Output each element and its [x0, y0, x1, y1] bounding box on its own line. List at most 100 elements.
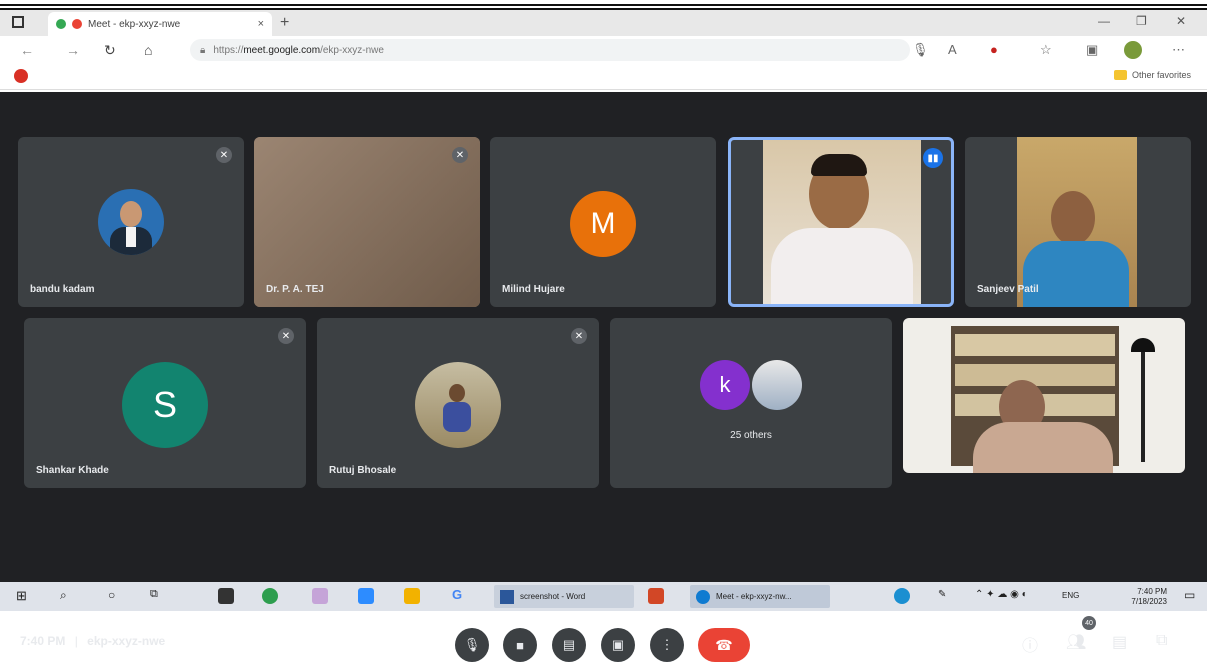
meeting-details-icon[interactable]: ⓘ — [1022, 632, 1038, 656]
new-tab-button[interactable]: + — [280, 14, 289, 32]
search-icon[interactable]: ⌕ — [60, 588, 67, 603]
participant-name: Dr. P. A. TEJ — [266, 284, 324, 295]
taskbar-word-window[interactable]: screenshot - Word — [494, 585, 634, 608]
bookmarks-bar: Other favorites — [0, 64, 1207, 90]
lock-icon: 🔒︎ — [200, 44, 206, 56]
collections-icon[interactable]: ▣ — [1086, 42, 1098, 58]
camera-icon: ■ — [516, 637, 524, 653]
others-letter-avatar: k — [700, 360, 750, 410]
read-aloud-icon[interactable]: A — [948, 42, 957, 57]
others-tile[interactable]: k 25 others — [610, 318, 892, 488]
app-icon-green[interactable] — [262, 588, 278, 604]
video-feed — [763, 140, 921, 304]
camera-toggle-button[interactable]: ■ — [503, 628, 537, 662]
participant-tile-active-speaker[interactable]: ▮▮ — [728, 137, 954, 307]
maximize-button[interactable]: ❐ — [1136, 14, 1147, 28]
participant-name: Rutuj Bhosale — [329, 465, 397, 476]
cortana-icon[interactable]: ○ — [108, 588, 115, 602]
participant-tile[interactable]: Sanjeev Patil — [965, 137, 1191, 307]
tab-title: Meet - ekp-xxyz-nwe — [88, 18, 181, 30]
participant-tile[interactable]: ✕ bandu kadam — [18, 137, 244, 307]
reload-icon[interactable]: ↻ — [104, 42, 116, 59]
task-view-icon[interactable]: ⧉ — [150, 588, 158, 601]
mic-permission-icon[interactable]: 🎙︎ — [912, 42, 929, 58]
meet-favicon-icon — [56, 19, 66, 29]
browser-tab[interactable]: Meet - ekp-xxyz-nwe × — [48, 12, 272, 36]
notifications-icon[interactable]: ▭ — [1184, 588, 1195, 602]
address-bar[interactable]: 🔒︎ https:// meet.google.com /ekp-xxyz-nw… — [190, 39, 910, 61]
speaking-indicator-icon: ▮▮ — [923, 148, 943, 168]
meet-control-bar: 7:40 PM | ekp-xxyz-nwe 🎙︎ ■ ▤ ▣ ⋮ ☎ ⓘ 👥︎… — [0, 612, 1207, 672]
tab-close-icon[interactable]: × — [258, 18, 264, 30]
participant-tile[interactable]: ✕ Dr. P. A. TEJ — [254, 137, 480, 307]
mic-off-icon: ✕ — [571, 328, 587, 344]
mic-off-icon: ✕ — [216, 147, 232, 163]
captions-icon: ▤ — [562, 637, 576, 652]
tray-app-icon[interactable] — [894, 588, 910, 604]
participant-name: Milind Hujare — [502, 284, 565, 295]
meet-stage: ✕ bandu kadam ✕ Dr. P. A. TEJ M Milind H… — [0, 92, 1207, 662]
present-button[interactable]: ▣ — [601, 628, 635, 662]
video-person-body — [973, 422, 1113, 473]
participant-tile[interactable]: ✕ S Shankar Khade — [24, 318, 306, 488]
people-icon[interactable]: 👥︎ — [1066, 632, 1086, 652]
participant-tile[interactable]: ✕ Rutuj Bhosale — [317, 318, 599, 488]
tray-icons[interactable]: ⌃ ✦ ☁ ◉ ◐ — [975, 589, 1028, 600]
meeting-info: 7:40 PM | ekp-xxyz-nwe — [20, 634, 165, 648]
minimize-button[interactable]: — — [1098, 14, 1110, 28]
captions-button[interactable]: ▤ — [552, 628, 586, 662]
clock-time: 7:40 PM — [1137, 587, 1167, 596]
participant-tile[interactable]: M Milind Hujare — [490, 137, 716, 307]
word-icon — [500, 589, 514, 604]
separator: | — [74, 634, 78, 648]
start-icon[interactable]: ⊞ — [16, 588, 27, 604]
participant-letter-avatar: M — [570, 191, 636, 257]
more-options-icon[interactable]: ⋯ — [1172, 42, 1185, 58]
participant-photo-avatar — [98, 189, 164, 255]
leave-call-button[interactable]: ☎ — [698, 628, 750, 662]
taskbar-clock[interactable]: 7:40 PM 7/18/2023 — [1131, 587, 1167, 607]
participant-name: Sanjeev Patil — [977, 284, 1039, 295]
powerpoint-icon[interactable] — [648, 588, 664, 604]
google-icon[interactable]: G — [452, 587, 462, 602]
chat-icon[interactable]: ▤ — [1112, 632, 1127, 652]
url-path: /ekp-xxyz-nwe — [320, 44, 384, 56]
mic-icon: 🎙︎ — [463, 637, 481, 652]
present-icon: ▣ — [611, 637, 625, 652]
windows-taskbar: ⊞ ⌕ ○ ⧉ G screenshot - Word Meet - ekp-x… — [0, 582, 1207, 611]
language-indicator[interactable]: ENG — [1062, 591, 1079, 600]
activities-icon[interactable]: ⧉ — [1156, 632, 1167, 650]
back-icon[interactable]: ← — [20, 42, 34, 58]
url-host: meet.google.com — [243, 44, 321, 56]
more-options-button[interactable]: ⋮ — [650, 628, 684, 662]
participants-count-badge: 40 — [1082, 616, 1096, 630]
others-photo-avatar — [752, 360, 802, 410]
window-menu-icon[interactable] — [12, 16, 24, 28]
paint-icon[interactable] — [312, 588, 328, 604]
participant-name: Shankar Khade — [36, 465, 109, 476]
extension-icon[interactable]: ● — [990, 42, 998, 57]
participant-tile[interactable] — [903, 318, 1185, 473]
store-icon[interactable] — [218, 588, 234, 604]
mic-off-icon: ✕ — [452, 147, 468, 163]
other-favorites[interactable]: Other favorites — [1113, 70, 1191, 80]
video-feed — [254, 137, 480, 307]
home-icon[interactable]: ⌂ — [144, 42, 152, 58]
top-border — [0, 0, 1207, 6]
close-window-button[interactable]: ✕ — [1176, 14, 1186, 28]
profile-avatar[interactable] — [1124, 41, 1142, 59]
bookmark-app-icon[interactable] — [14, 69, 28, 83]
zoom-icon[interactable] — [358, 588, 374, 604]
forward-icon[interactable]: → — [66, 42, 80, 58]
more-vert-icon: ⋮ — [660, 637, 674, 652]
browser-toolbar: ← → ↻ ⌂ 🔒︎ https:// meet.google.com /ekp… — [0, 36, 1207, 64]
participant-letter-avatar: S — [122, 362, 208, 448]
participant-name: bandu kadam — [30, 284, 95, 295]
app-icon-yellow[interactable] — [404, 588, 420, 604]
favorites-icon[interactable]: ☆ — [1040, 42, 1052, 58]
others-count-label: 25 others — [730, 430, 772, 441]
pen-icon[interactable]: ✎ — [938, 589, 946, 600]
mic-toggle-button[interactable]: 🎙︎ — [455, 628, 489, 662]
other-favorites-label: Other favorites — [1131, 70, 1191, 80]
taskbar-edge-window[interactable]: Meet - ekp-xxyz-nw... — [690, 585, 830, 608]
